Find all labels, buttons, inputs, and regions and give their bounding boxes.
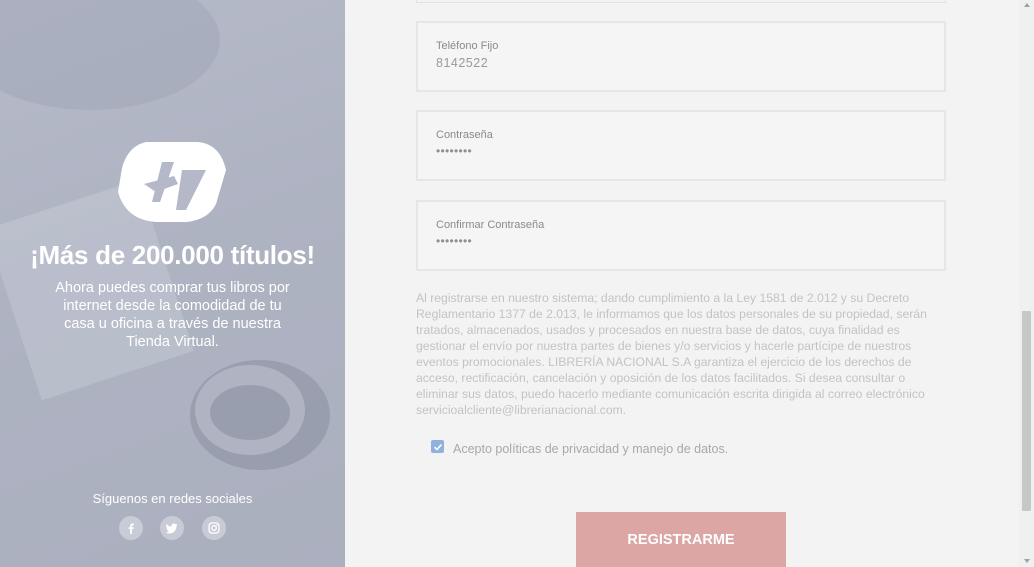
privacy-checkbox[interactable] bbox=[431, 440, 444, 453]
confirm-password-label: Confirmar Contraseña bbox=[436, 219, 545, 231]
previous-field-bottom bbox=[416, 0, 946, 3]
promo-panel: ¡Más de 200.000 títulos! Ahora puedes co… bbox=[0, 0, 345, 567]
confirm-password-field[interactable]: Confirmar Contraseña •••••••• bbox=[416, 200, 946, 271]
social-follow-label: Síguenos en redes sociales bbox=[92, 491, 253, 506]
scroll-up-arrow-icon[interactable] bbox=[1024, 3, 1030, 7]
password-label: Contraseña bbox=[436, 129, 493, 141]
promo-headline: ¡Más de 200.000 títulos! bbox=[30, 240, 315, 270]
password-field[interactable]: Contraseña •••••••• bbox=[416, 110, 946, 181]
brand-logo bbox=[118, 142, 226, 222]
landline-phone-field[interactable]: Teléfono Fijo 8142522 bbox=[416, 21, 946, 92]
landline-phone-value[interactable]: 8142522 bbox=[436, 56, 488, 70]
privacy-checkbox-label[interactable]: Acepto políticas de privacidad y manejo … bbox=[453, 442, 728, 456]
scroll-down-arrow-icon[interactable] bbox=[1024, 559, 1030, 563]
legal-notice: Al registrarse en nuestro sistema; dando… bbox=[416, 291, 927, 417]
facebook-icon[interactable] bbox=[119, 516, 143, 540]
scrollbar[interactable] bbox=[1019, 0, 1034, 567]
twitter-icon[interactable] bbox=[160, 516, 184, 540]
password-value[interactable]: •••••••• bbox=[436, 144, 472, 158]
instagram-icon[interactable] bbox=[202, 516, 226, 540]
scrollbar-thumb[interactable] bbox=[1022, 311, 1031, 511]
register-button[interactable]: REGISTRARME bbox=[576, 512, 786, 567]
promo-subtext: Ahora puedes comprar tus libros por inte… bbox=[55, 280, 290, 350]
checkmark-icon bbox=[433, 443, 442, 451]
confirm-password-value[interactable]: •••••••• bbox=[436, 234, 472, 248]
landline-phone-label: Teléfono Fijo bbox=[436, 40, 499, 52]
